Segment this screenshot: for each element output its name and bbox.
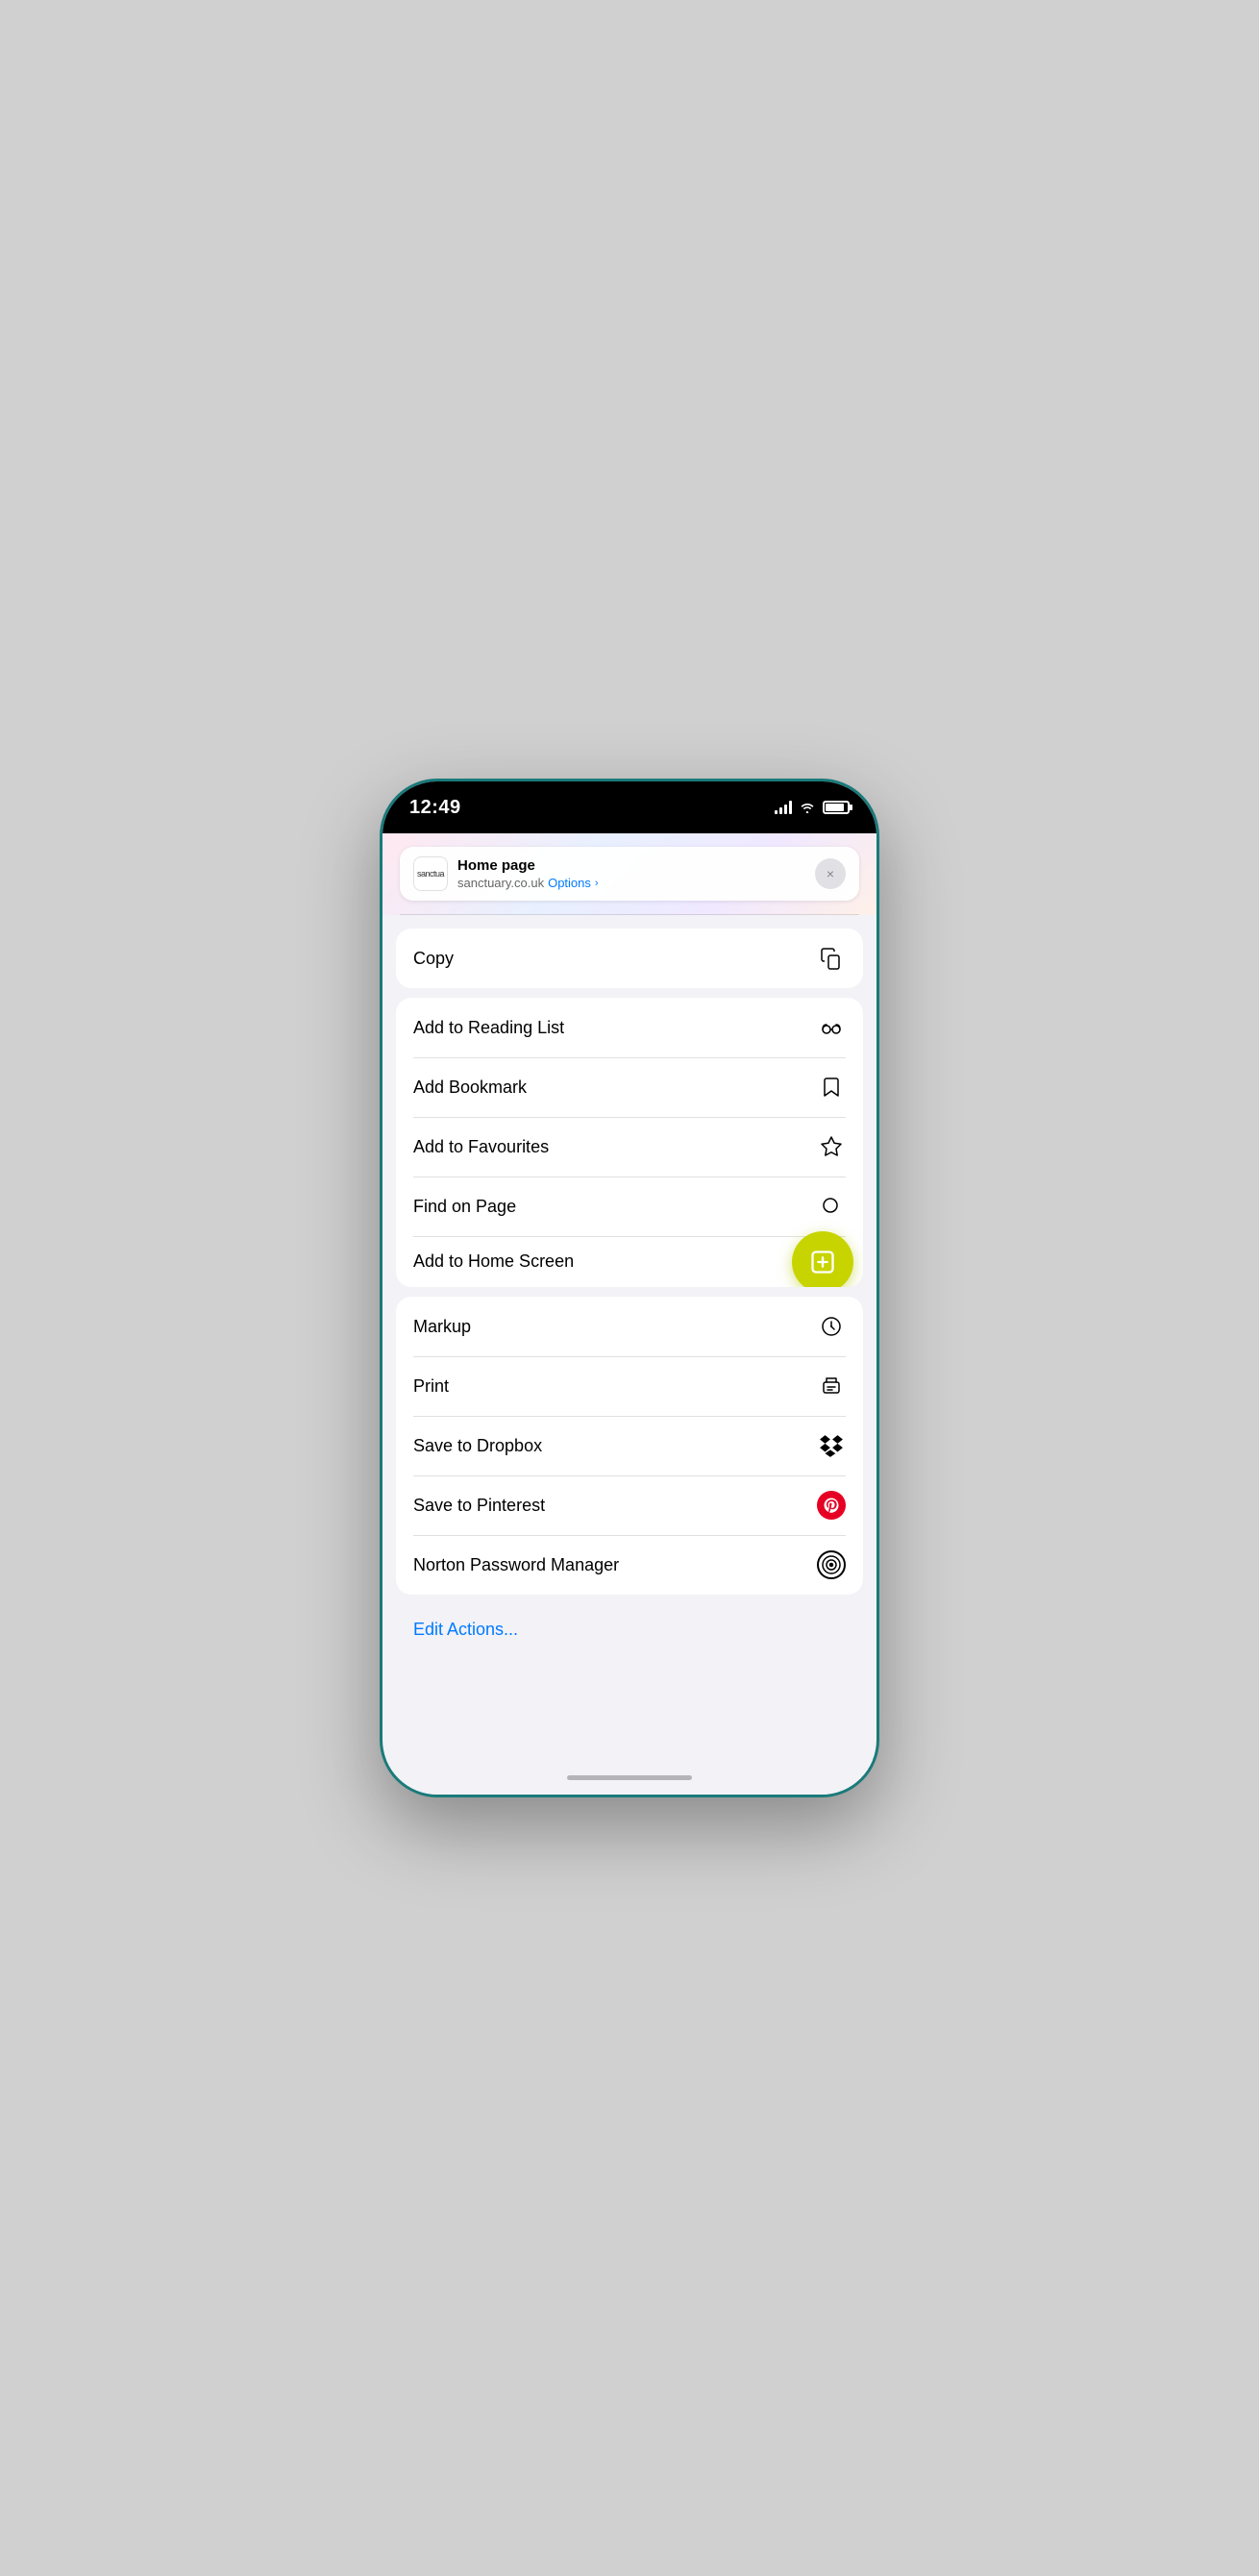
pinterest-icon	[817, 1491, 846, 1520]
markup-item[interactable]: Markup	[396, 1297, 863, 1356]
add-home-screen-label: Add to Home Screen	[413, 1251, 574, 1272]
star-icon	[817, 1132, 846, 1161]
add-bookmark-label: Add Bookmark	[413, 1077, 527, 1098]
tools-menu-group: Markup Print	[396, 1297, 863, 1595]
page-title: Home page	[457, 857, 805, 875]
close-button[interactable]: ×	[815, 858, 846, 889]
status-bar: 12:49	[383, 781, 876, 833]
search-icon	[817, 1192, 846, 1221]
save-dropbox-label: Save to Dropbox	[413, 1436, 542, 1456]
add-bookmark-item[interactable]: Add Bookmark	[396, 1057, 863, 1117]
print-item[interactable]: Print	[396, 1356, 863, 1416]
wifi-icon	[800, 802, 815, 813]
add-favourites-item[interactable]: Add to Favourites	[396, 1117, 863, 1177]
bookmark-icon	[817, 1073, 846, 1102]
browser-bar: sanctua Home page sanctuary.co.uk Option…	[383, 833, 876, 915]
url-domain-row: sanctuary.co.uk Options ›	[457, 876, 805, 890]
copy-menu-item[interactable]: Copy	[396, 929, 863, 988]
home-indicator	[567, 1775, 692, 1780]
close-icon: ×	[827, 867, 834, 880]
status-icons	[775, 801, 850, 814]
glasses-icon	[817, 1013, 846, 1042]
copy-menu-group: Copy	[396, 929, 863, 988]
url-domain: sanctuary.co.uk	[457, 876, 544, 890]
copy-label: Copy	[413, 949, 454, 969]
dropbox-icon	[817, 1431, 846, 1460]
url-options-button[interactable]: Options	[548, 876, 591, 890]
find-on-page-item[interactable]: Find on Page	[396, 1177, 863, 1236]
chevron-right-icon: ›	[595, 878, 599, 889]
content-area: Copy Add to Reading List	[383, 915, 876, 1797]
status-time: 12:49	[409, 797, 461, 819]
markup-icon	[817, 1312, 846, 1341]
site-favicon: sanctua	[413, 856, 448, 891]
norton-label: Norton Password Manager	[413, 1555, 619, 1575]
phone-frame: 12:49 sanctua Home page sanctuary.co.uk	[380, 779, 879, 1797]
norton-icon	[817, 1550, 846, 1579]
find-on-page-label: Find on Page	[413, 1197, 516, 1217]
save-pinterest-label: Save to Pinterest	[413, 1496, 545, 1516]
print-icon	[817, 1372, 846, 1400]
favicon-text: sanctua	[417, 869, 444, 879]
print-label: Print	[413, 1376, 449, 1397]
signal-bars-icon	[775, 801, 792, 814]
url-bar: sanctua Home page sanctuary.co.uk Option…	[400, 847, 859, 901]
share-menu-group: Add to Reading List Add Bookmark	[396, 998, 863, 1287]
add-reading-list-label: Add to Reading List	[413, 1018, 564, 1038]
battery-icon	[823, 801, 850, 814]
norton-item[interactable]: Norton Password Manager	[396, 1535, 863, 1595]
url-info: Home page sanctuary.co.uk Options ›	[457, 857, 805, 890]
add-favourites-label: Add to Favourites	[413, 1137, 549, 1157]
add-home-screen-item[interactable]: Add to Home Screen	[396, 1236, 863, 1287]
copy-icon	[817, 944, 846, 973]
add-home-screen-icon-highlighted	[792, 1231, 853, 1288]
save-dropbox-item[interactable]: Save to Dropbox	[396, 1416, 863, 1475]
add-reading-list-item[interactable]: Add to Reading List	[396, 998, 863, 1057]
save-pinterest-item[interactable]: Save to Pinterest	[396, 1475, 863, 1535]
edit-actions-button[interactable]: Edit Actions...	[396, 1604, 863, 1655]
home-indicator-area	[383, 1760, 876, 1795]
markup-label: Markup	[413, 1317, 471, 1337]
